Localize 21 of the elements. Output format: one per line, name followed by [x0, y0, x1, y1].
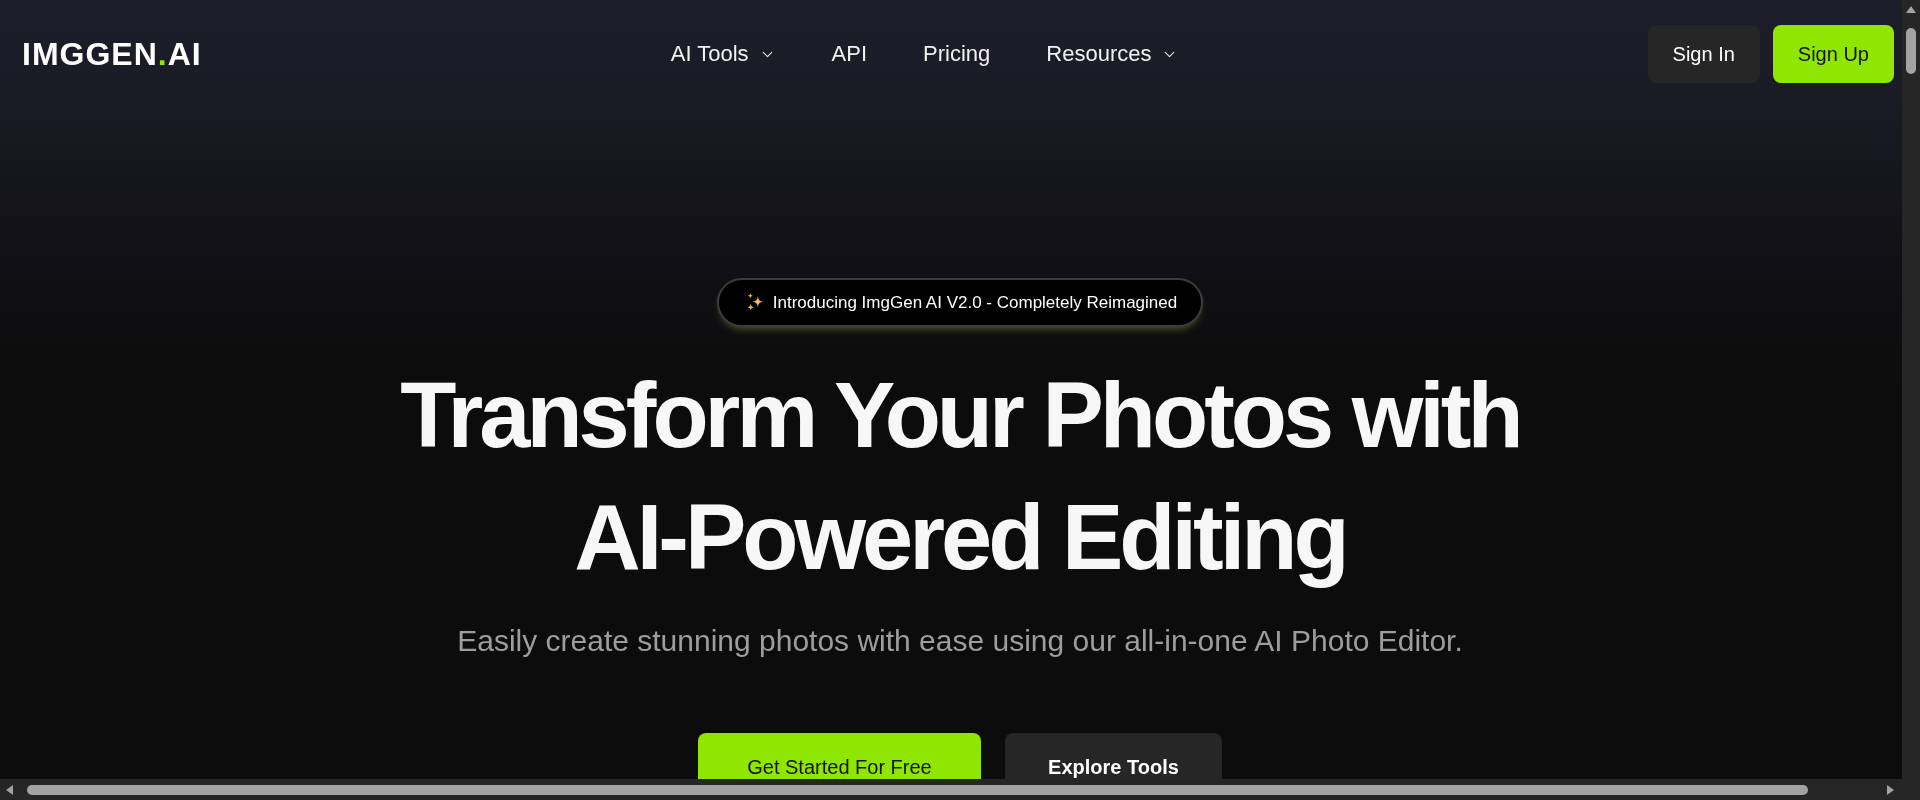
- horizontal-scrollbar[interactable]: [0, 779, 1902, 800]
- scroll-up-arrow-icon[interactable]: [1906, 6, 1916, 13]
- scroll-right-arrow-icon[interactable]: [1887, 784, 1894, 795]
- sign-up-button[interactable]: Sign Up: [1772, 25, 1894, 83]
- announcement-badge[interactable]: Introducing ImgGen AI V2.0 - Completely Reimagined: [716, 278, 1204, 327]
- badge-text: Introducing ImgGen AI V2.0 - Completely Reimagined: [772, 291, 1178, 314]
- scroll-left-arrow-icon[interactable]: [6, 784, 13, 795]
- vertical-scrollbar[interactable]: [1902, 0, 1920, 779]
- nav-link[interactable]: AI Tools: [670, 40, 776, 68]
- explore-tools-button[interactable]: Explore Tools: [1005, 733, 1222, 779]
- nav-link[interactable]: Pricing: [923, 40, 991, 68]
- nav-link[interactable]: Resources: [1046, 40, 1179, 68]
- nav-link[interactable]: API: [831, 40, 868, 68]
- logo-wordmark[interactable]: IMGGEN.AI: [22, 36, 202, 72]
- scrollbar-thumb[interactable]: [27, 784, 1808, 795]
- sparkles-icon: [745, 293, 765, 312]
- hero-subtitle: Easily create stunning photos with ease using our all-in-one AI Photo Editor.: [457, 623, 1463, 659]
- hero-title: Transform Your Photos with AI-Powered Editing: [399, 363, 1521, 590]
- get-started-button[interactable]: Get Started For Free: [698, 733, 981, 779]
- sign-in-button[interactable]: Sign In: [1647, 25, 1760, 83]
- scrollbar-thumb[interactable]: [1906, 28, 1916, 74]
